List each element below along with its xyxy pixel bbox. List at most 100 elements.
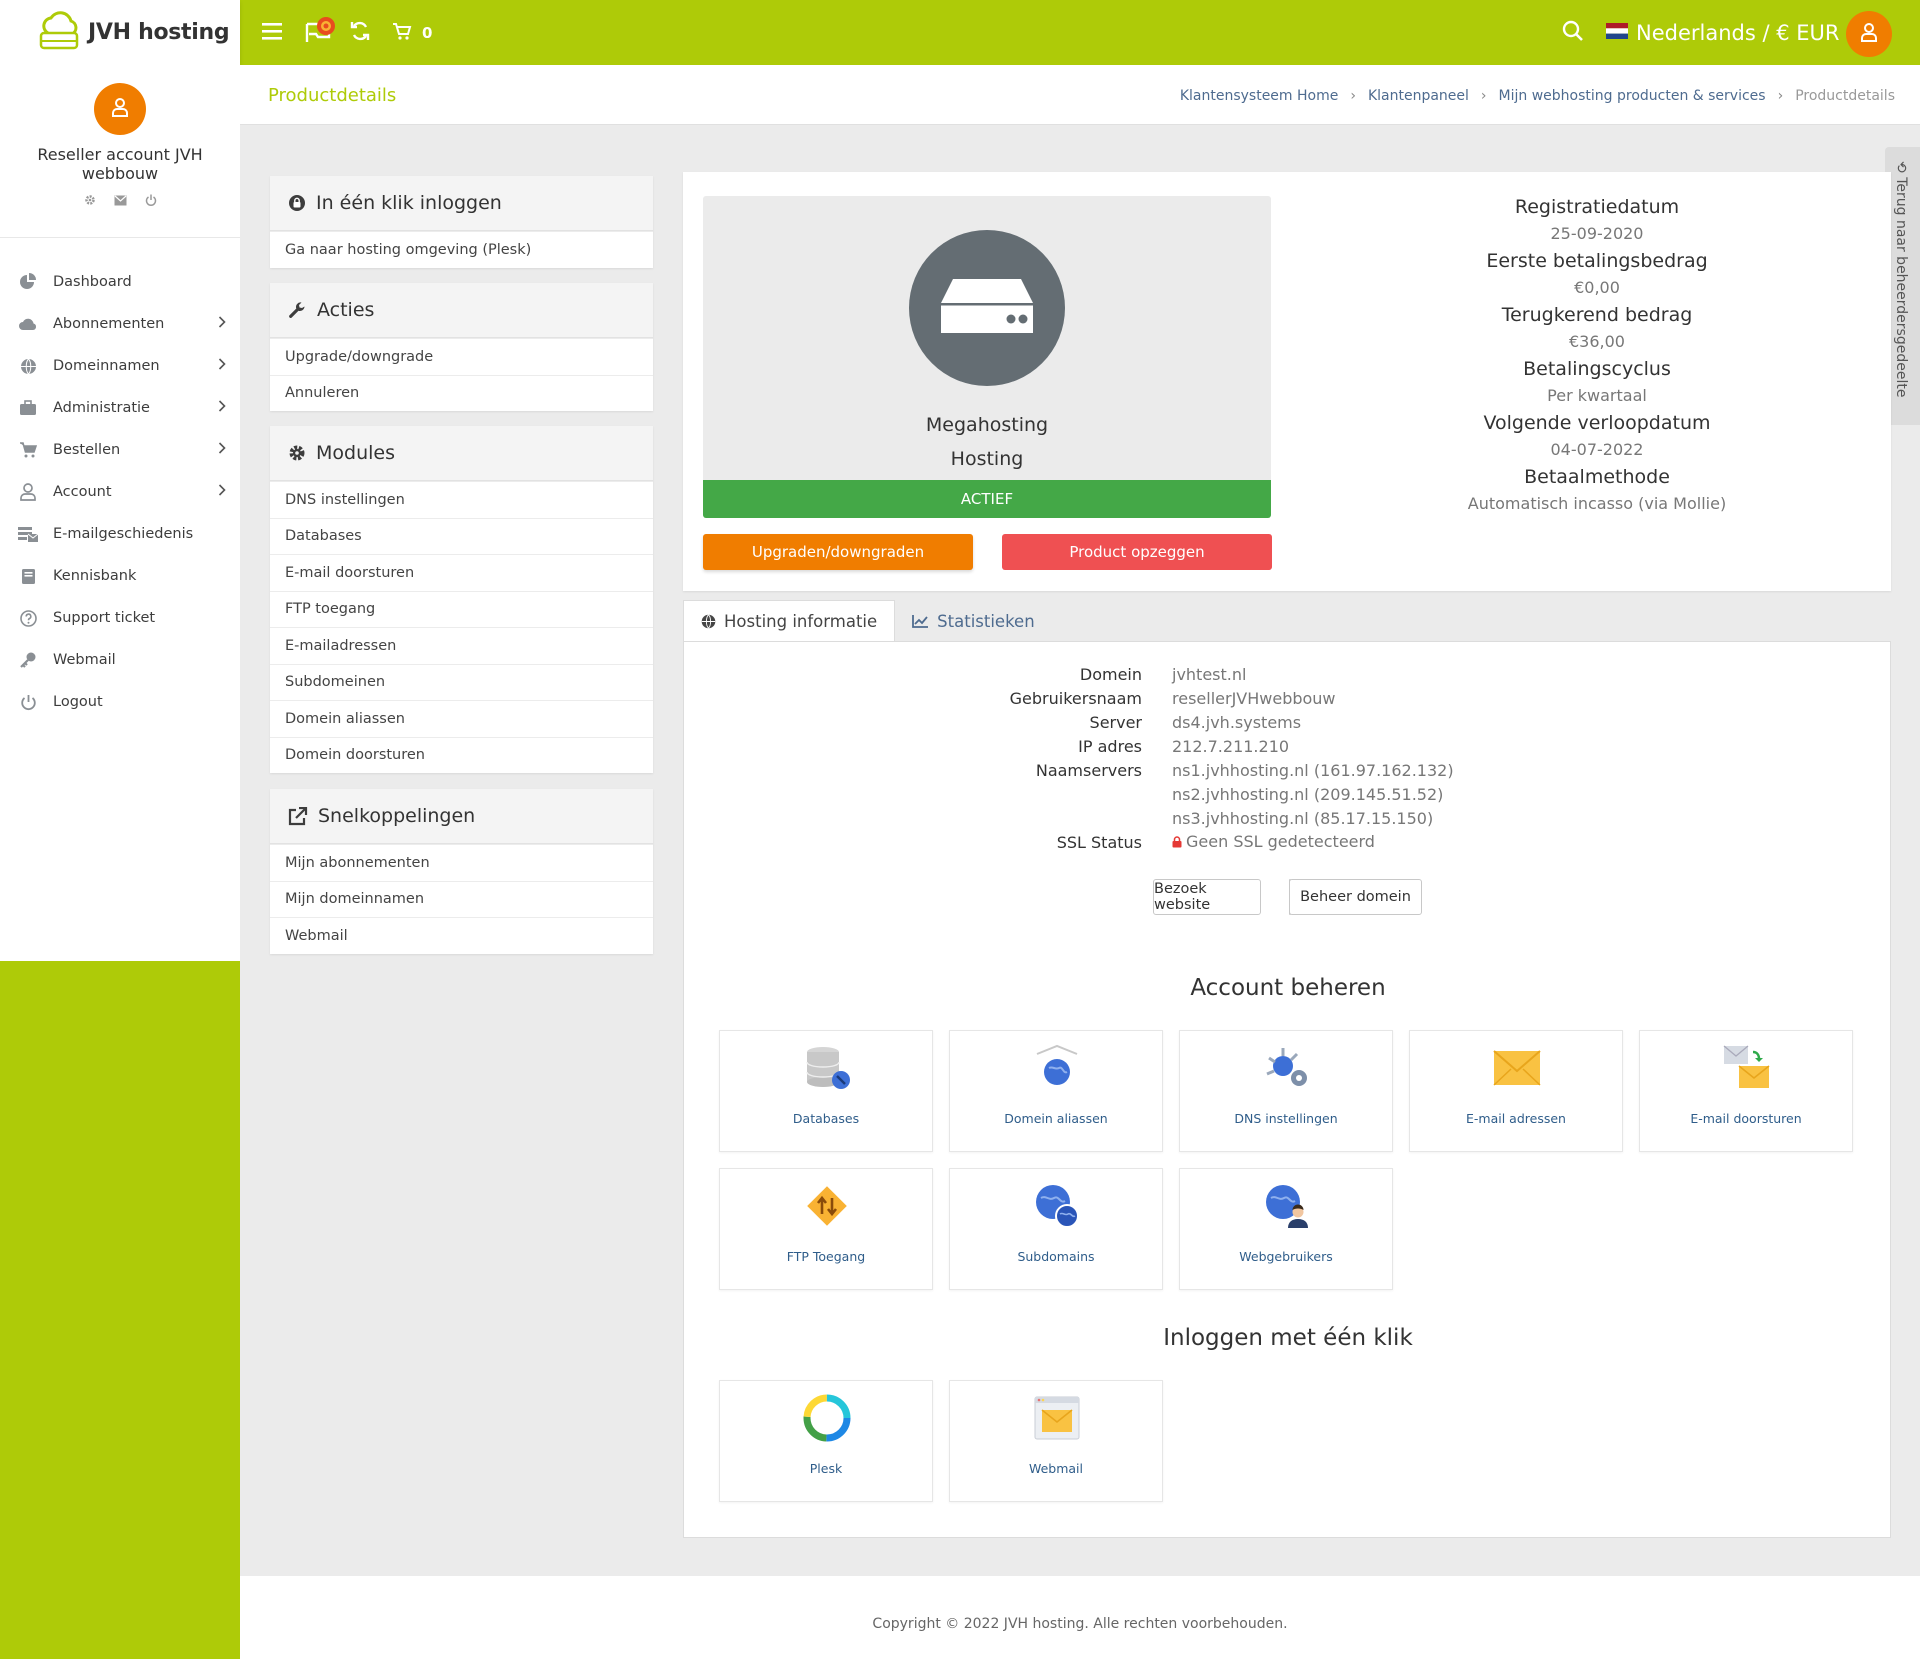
sidebar-item-logout[interactable]: Logout	[0, 681, 240, 723]
sidebar-item-label: Account	[53, 484, 112, 500]
tile-dns-settings[interactable]: DNS instellingen	[1179, 1030, 1393, 1152]
one-click-login-title: Inloggen met één klik	[1163, 1325, 1413, 1351]
sidebar-item-account[interactable]: Account	[0, 471, 240, 513]
info-row-username: Gebruikersnaam resellerJVHwebbouw	[684, 686, 1892, 710]
menu-toggle-button[interactable]	[262, 0, 284, 65]
refresh-button[interactable]	[348, 0, 372, 65]
panel-link[interactable]: Databases	[270, 517, 653, 555]
tile-label: E-mail adressen	[1466, 1111, 1566, 1126]
panel-link[interactable]: E-mail doorsturen	[270, 554, 653, 591]
sidebar-item-kennisbank[interactable]: Kennisbank	[0, 555, 240, 597]
user-icon	[18, 482, 38, 502]
info-value: ns1.jvhhosting.nl (161.97.162.132)	[1172, 760, 1454, 780]
chevron-right-icon	[218, 358, 226, 374]
book-icon	[18, 566, 38, 586]
visit-website-button[interactable]: Bezoek website	[1153, 879, 1261, 915]
breadcrumb-item[interactable]: Mijn webhosting producten & services	[1499, 88, 1766, 104]
panel-header: In één klik inloggen	[270, 176, 653, 231]
panel-link[interactable]: Upgrade/downgrade	[270, 338, 653, 375]
undo-icon: ⟲	[1893, 161, 1909, 178]
tab-label: Hosting informatie	[724, 612, 878, 631]
globe-icon	[18, 356, 38, 376]
info-value: ns3.jvhhosting.nl (85.17.15.150)	[1172, 808, 1434, 828]
info-label: Volgende verloopdatum	[1483, 412, 1711, 434]
info-key: Naamservers	[1035, 760, 1142, 780]
search-icon	[1562, 20, 1584, 46]
panel-link[interactable]: FTP toegang	[270, 590, 653, 628]
tile-plesk[interactable]: Plesk	[719, 1380, 933, 1502]
panel-link[interactable]: Subdomeinen	[270, 663, 653, 701]
panel-header: Acties	[270, 283, 653, 338]
panel-link[interactable]: Domein doorsturen	[270, 736, 653, 774]
sidebar-item-label: Webmail	[53, 652, 116, 668]
panel-link[interactable]: DNS instellingen	[270, 481, 653, 518]
cart-count: 0	[422, 23, 433, 42]
tile-email-addresses[interactable]: E-mail adressen	[1409, 1030, 1623, 1152]
back-to-admin-label: ⟲ Terug naar beheerdersgedeelte	[1893, 161, 1909, 398]
tile-databases[interactable]: Databases	[719, 1030, 933, 1152]
panel-title: Modules	[316, 442, 395, 464]
panel-link[interactable]: Ga naar hosting omgeving (Plesk)	[270, 231, 653, 268]
sidebar-avatar[interactable]	[94, 83, 146, 135]
sidebar-item-domeinnamen[interactable]: Domeinnamen	[0, 345, 240, 387]
sidebar-item-support-ticket[interactable]: Support ticket	[0, 597, 240, 639]
tile-webmail[interactable]: Webmail	[949, 1380, 1163, 1502]
webmail-icon	[1033, 1394, 1081, 1442]
info-row-nameserver: Naamservers ns1.jvhhosting.nl (161.97.16…	[684, 758, 1892, 782]
tile-email-forward[interactable]: E-mail doorsturen	[1639, 1030, 1853, 1152]
breadcrumb: Klantensysteem Home › Klantenpaneel › Mi…	[1180, 88, 1895, 104]
tile-ftp[interactable]: FTP Toegang	[719, 1168, 933, 1290]
panel-link[interactable]: Webmail	[270, 917, 653, 954]
search-button[interactable]	[1562, 0, 1584, 65]
info-value: Per kwartaal	[1547, 386, 1647, 405]
breadcrumb-item[interactable]: Klantenpaneel	[1368, 88, 1469, 104]
logo[interactable]: JVH hosting	[0, 0, 240, 65]
sidebar-item-label: Bestellen	[53, 442, 121, 458]
line-chart-icon	[912, 614, 929, 628]
user-avatar-button[interactable]	[1846, 11, 1892, 57]
panel-link[interactable]: Annuleren	[270, 374, 653, 412]
notifications-button[interactable]	[304, 0, 340, 65]
tile-subdomains[interactable]: Subdomains	[949, 1168, 1163, 1290]
tile-label: Webgebruikers	[1239, 1249, 1333, 1264]
cancel-product-button[interactable]: Product opzeggen	[1002, 534, 1272, 570]
sidebar-item-emailgeschiedenis[interactable]: E-mailgeschiedenis	[0, 513, 240, 555]
account-manage-title: Account beheren	[1190, 975, 1386, 1001]
panel-header: Snelkoppelingen	[270, 789, 653, 844]
sidebar-divider	[0, 237, 240, 238]
info-value: 212.7.211.210	[1172, 736, 1290, 756]
upgrade-button[interactable]: Upgraden/downgraden	[703, 534, 973, 570]
tab-hosting-info[interactable]: Hosting informatie	[683, 600, 896, 642]
sidebar-item-dashboard[interactable]: Dashboard	[0, 261, 240, 303]
refresh-icon	[348, 19, 372, 47]
footer: Copyright © 2022 JVH hosting. Alle recht…	[240, 1576, 1920, 1659]
sidebar-item-bestellen[interactable]: Bestellen	[0, 429, 240, 471]
cart-button[interactable]: 0	[392, 0, 432, 65]
panel-link[interactable]: E-mailadressen	[270, 627, 653, 664]
cloud-logo-icon	[38, 10, 80, 55]
sidebar-item-webmail[interactable]: Webmail	[0, 639, 240, 681]
shortcuts-panel: Snelkoppelingen Mijn abonnementen Mijn d…	[270, 789, 653, 954]
tile-domain-aliases[interactable]: Domein aliassen	[949, 1030, 1163, 1152]
sidebar-item-abonnementen[interactable]: Abonnementen	[0, 303, 240, 345]
tile-web-users[interactable]: Webgebruikers	[1179, 1168, 1393, 1290]
mail-icon[interactable]	[114, 191, 127, 210]
plesk-icon	[803, 1394, 851, 1442]
manage-domain-button[interactable]: Beheer domein	[1289, 879, 1422, 915]
cloud-icon	[18, 314, 38, 334]
panel-link[interactable]: Mijn abonnementen	[270, 844, 653, 881]
breadcrumb-item[interactable]: Klantensysteem Home	[1180, 88, 1339, 104]
panel-link[interactable]: Domein aliassen	[270, 700, 653, 737]
ftp-icon	[803, 1182, 851, 1230]
panel-link[interactable]: Mijn domeinnamen	[270, 880, 653, 918]
power-icon[interactable]	[145, 191, 157, 210]
login-panel: In één klik inloggen Ga naar hosting omg…	[270, 176, 653, 268]
info-value: jvhtest.nl	[1172, 664, 1247, 684]
sidebar-user: Reseller account JVH webbouw	[0, 83, 240, 210]
info-value: ds4.jvh.systems	[1172, 712, 1302, 732]
copyright-text: Copyright © 2022 JVH hosting. Alle recht…	[872, 1616, 1288, 1632]
tab-statistics[interactable]: Statistieken	[895, 600, 1052, 642]
sidebar-item-administratie[interactable]: Administratie	[0, 387, 240, 429]
gear-icon[interactable]	[84, 191, 96, 210]
language-currency-selector[interactable]: Nederlands / € EUR	[1606, 0, 1840, 65]
